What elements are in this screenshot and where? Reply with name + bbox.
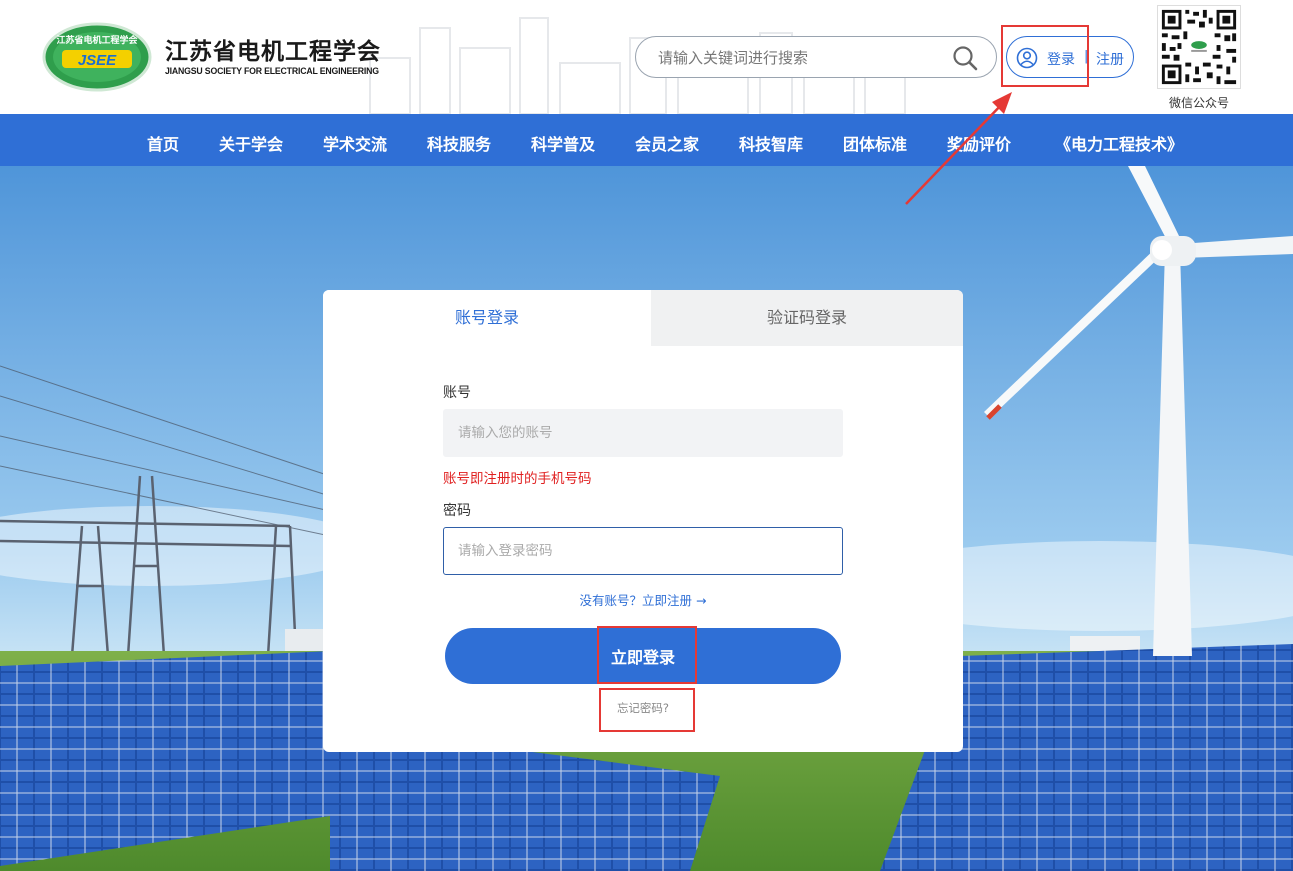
account-label: 账号: [443, 385, 471, 401]
nav-item-about[interactable]: 关于学会: [219, 131, 283, 155]
nav-item-science[interactable]: 科学普及: [531, 131, 595, 155]
nav-item-home[interactable]: 首页: [147, 131, 179, 155]
main-nav: 首页 关于学会 学术交流 科技服务 科学普及 会员之家 科技智库 团体标准 奖励…: [0, 114, 1293, 166]
site-title: 江苏省电机工程学会: [165, 39, 381, 65]
wechat-qr-code: [1157, 5, 1241, 89]
account-input[interactable]: [443, 409, 843, 457]
annotation-box-login: [1001, 25, 1089, 87]
tab-account-login[interactable]: 账号登录: [323, 290, 651, 346]
qr-label: 微信公众号: [1168, 96, 1229, 110]
search-icon[interactable]: [952, 45, 978, 71]
annotation-box-submit: [597, 626, 697, 684]
account-hint: 账号即注册时的手机号码: [443, 471, 592, 487]
nav-item-tech-service[interactable]: 科技服务: [427, 131, 491, 155]
search-box: [635, 36, 997, 78]
site-header: JSEE 江苏省电机工程学会 江苏省电机工程学会 JIANGSU SOCIETY…: [0, 0, 1293, 114]
annotation-arrow-icon: [905, 92, 1012, 205]
search-input[interactable]: [658, 47, 938, 69]
annotation-box-forgot: [599, 688, 695, 732]
nav-item-academic[interactable]: 学术交流: [323, 131, 387, 155]
nav-item-journal[interactable]: 《电力工程技术》: [1055, 131, 1183, 155]
register-now-link[interactable]: 没有账号？立即注册 →: [323, 590, 963, 609]
register-link[interactable]: 注册: [1096, 49, 1124, 69]
svg-text:JSEE: JSEE: [78, 52, 117, 69]
jsee-logo[interactable]: JSEE 江苏省电机工程学会: [42, 22, 152, 92]
nav-item-think-tank[interactable]: 科技智库: [739, 131, 803, 155]
nav-item-members[interactable]: 会员之家: [635, 131, 699, 155]
svg-text:江苏省电机工程学会: 江苏省电机工程学会: [56, 34, 138, 46]
password-label: 密码: [443, 503, 471, 519]
password-input[interactable]: [443, 527, 843, 575]
site-subtitle: JIANGSU SOCIETY FOR ELECTRICAL ENGINEERI…: [165, 66, 379, 77]
tab-code-login[interactable]: 验证码登录: [651, 290, 963, 346]
nav-item-standards[interactable]: 团体标准: [843, 131, 907, 155]
